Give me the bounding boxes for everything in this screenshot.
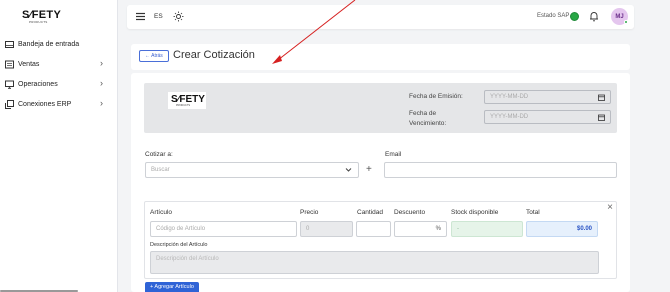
article-code-input[interactable]: Código de Artículo xyxy=(150,221,297,237)
add-customer-button[interactable]: + xyxy=(366,164,372,175)
sidebar: S∕FETY PRODUCTS Bandeja de entrada Venta… xyxy=(0,0,118,292)
sidebar-item-label: Conexiones ERP xyxy=(18,100,72,108)
inbox-icon xyxy=(5,40,14,49)
back-button[interactable]: ← Atrás xyxy=(139,50,169,62)
chevron-right-icon: › xyxy=(100,98,103,108)
description-label: Descripción del Artículo xyxy=(150,242,208,248)
brand-logo-sub: PRODUCTS xyxy=(29,20,48,24)
stock-header: Stock disponible xyxy=(451,209,499,216)
expiry-date-label-line2: Vencimiento: xyxy=(409,120,447,127)
user-avatar[interactable]: MJ xyxy=(611,8,628,25)
monitor-icon xyxy=(5,80,14,89)
connection-icon xyxy=(5,99,14,109)
menu-icon[interactable] xyxy=(136,12,145,21)
remove-item-button[interactable]: × xyxy=(607,202,613,213)
article-header: Artículo xyxy=(150,209,173,216)
stock-available-field: - xyxy=(451,221,523,237)
quantity-header: Cantidad xyxy=(357,209,384,216)
sidebar-item-operations[interactable]: Operaciones › xyxy=(5,77,113,91)
expiry-date-input[interactable]: YYYY-MM-DD xyxy=(484,110,611,124)
quote-to-label: Cotizar a: xyxy=(145,151,173,158)
quote-form: S∕FETY PRODUCTS Fecha de Emisión: YYYY-M… xyxy=(131,73,630,292)
sap-status-label: Estado SAP xyxy=(537,13,570,19)
expiry-date-label: Fecha de Vencimiento: xyxy=(409,109,446,129)
email-label: Email xyxy=(385,151,402,158)
page-scrollbar[interactable] xyxy=(663,30,667,292)
description-field: Descripción del Artículo xyxy=(150,251,599,274)
discount-input[interactable]: % xyxy=(394,221,447,237)
chevron-down-icon xyxy=(345,166,352,175)
emission-date-input[interactable]: YYYY-MM-DD xyxy=(484,90,611,104)
sun-icon[interactable] xyxy=(173,11,184,22)
page-header: ← Atrás Crear Cotización xyxy=(131,44,630,70)
sidebar-item-sales[interactable]: Ventas › xyxy=(5,57,113,71)
language-selector[interactable]: ES xyxy=(154,13,163,20)
notification-bell-icon[interactable] xyxy=(589,11,599,22)
sales-icon xyxy=(5,60,14,69)
expiry-date-label-line1: Fecha de xyxy=(409,110,437,117)
chevron-right-icon: › xyxy=(100,58,103,68)
sidebar-item-label: Bandeja de entrada xyxy=(18,40,80,48)
total-header: Total xyxy=(526,209,540,216)
price-field: 0 xyxy=(300,221,353,237)
item-row-box: Artículo Precio Cantidad Descuento Stock… xyxy=(144,201,617,279)
brand-logo[interactable]: S∕FETY PRODUCTS xyxy=(22,9,61,24)
add-item-button[interactable]: + Agregar Artículo xyxy=(145,282,199,292)
email-field[interactable] xyxy=(384,162,617,178)
quantity-input[interactable] xyxy=(356,221,391,237)
expiry-date-placeholder: YYYY-MM-DD xyxy=(490,114,529,120)
sidebar-item-label: Operaciones xyxy=(18,80,58,88)
online-status-dot xyxy=(624,20,628,24)
calendar-icon[interactable] xyxy=(598,94,605,101)
sidebar-item-label: Ventas xyxy=(18,60,40,68)
sidebar-item-erp-connections[interactable]: Conexiones ERP › xyxy=(5,97,113,111)
customer-search-placeholder: Buscar xyxy=(151,167,170,173)
item-total-field: $0.00 xyxy=(526,221,598,237)
customer-search-select[interactable]: Buscar xyxy=(145,162,359,178)
avatar-initials: MJ xyxy=(615,13,624,20)
calendar-icon[interactable] xyxy=(598,114,605,121)
sidebar-item-inbox[interactable]: Bandeja de entrada xyxy=(5,37,113,51)
emission-date-placeholder: YYYY-MM-DD xyxy=(490,94,529,100)
discount-header: Descuento xyxy=(394,209,426,216)
document-logo: S∕FETY PRODUCTS xyxy=(168,92,206,109)
document-logo-sub: PRODUCTS xyxy=(176,104,191,107)
price-header: Precio xyxy=(300,209,319,216)
top-bar: ES Estado SAP MJ xyxy=(127,5,634,29)
document-header: S∕FETY PRODUCTS Fecha de Emisión: YYYY-M… xyxy=(144,83,617,133)
chevron-right-icon: › xyxy=(100,78,103,88)
percent-suffix: % xyxy=(435,226,441,232)
page-title: Crear Cotización xyxy=(173,49,255,61)
emission-date-label: Fecha de Emisión: xyxy=(409,93,463,100)
sap-status-indicator xyxy=(570,12,579,21)
